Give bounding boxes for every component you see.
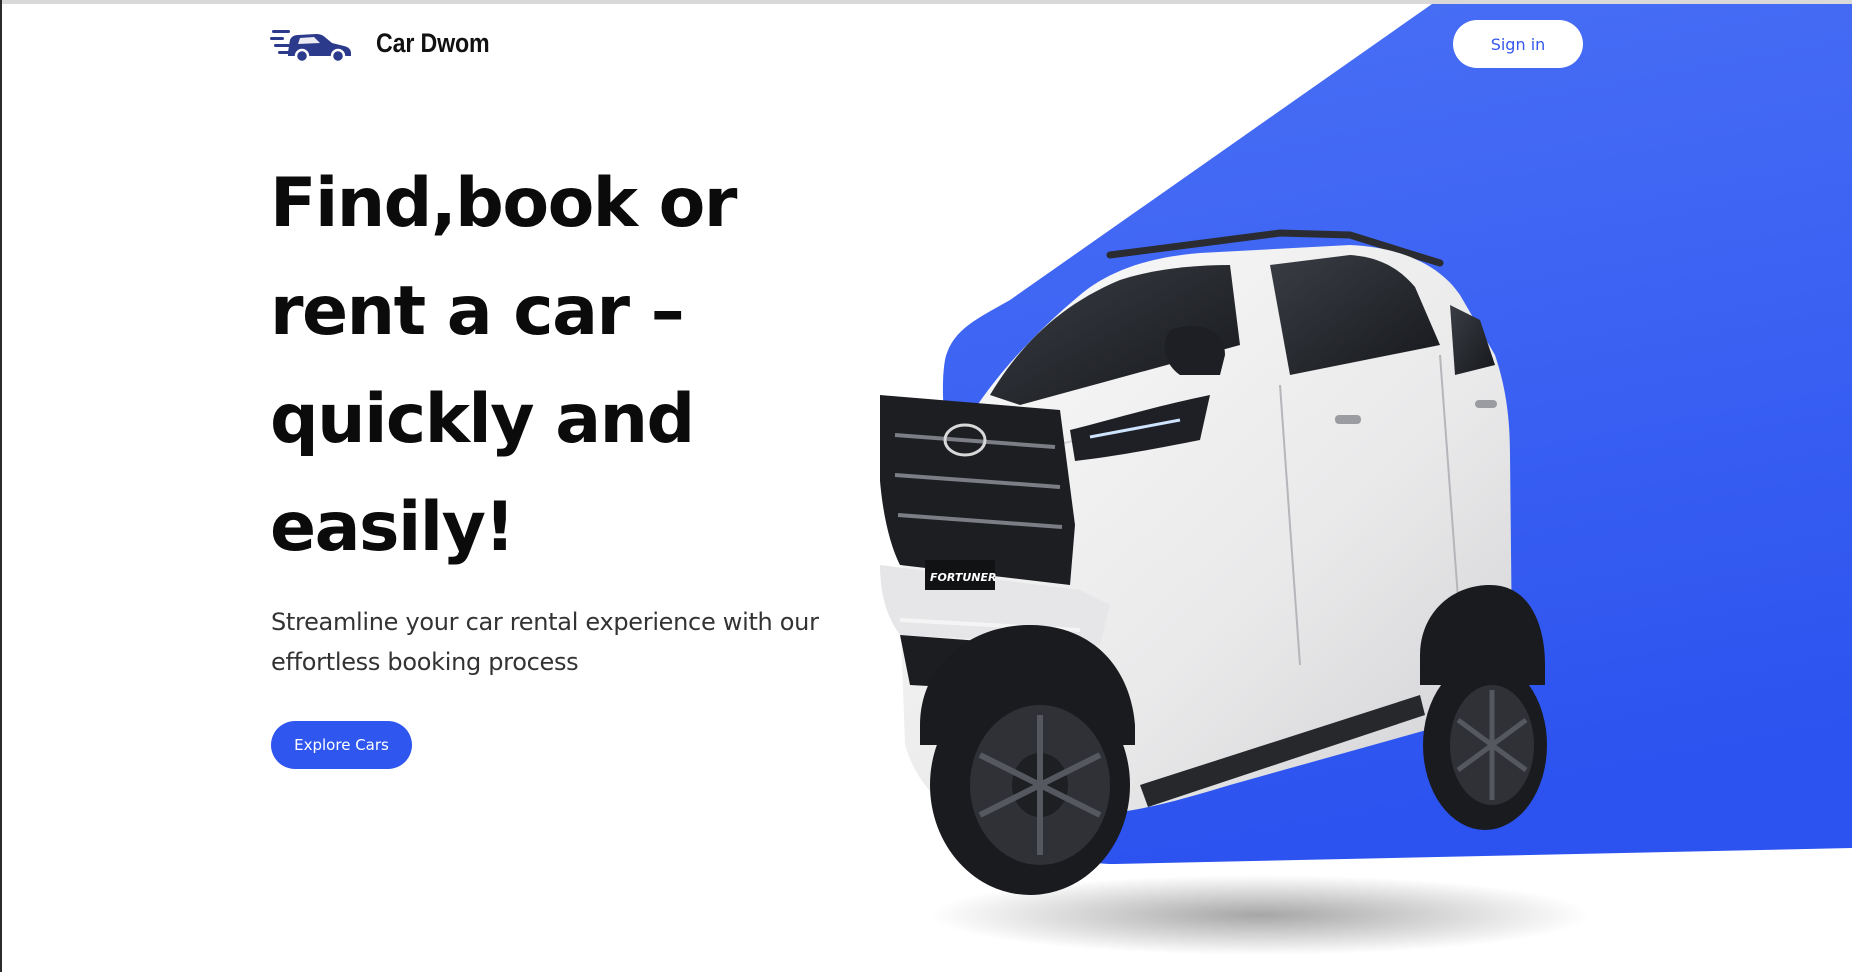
brand[interactable]: Car Dwom (270, 22, 508, 64)
suv-car-image: FORTUNER (880, 225, 1640, 965)
left-border (0, 0, 2, 972)
hero-title: Find,book or rent a car – quickly and ea… (270, 164, 737, 567)
top-border (0, 0, 1852, 4)
plate-text: FORTUNER (930, 571, 996, 584)
signin-button[interactable]: Sign in (1453, 20, 1583, 68)
speeding-car-icon (270, 30, 351, 64)
explore-cars-button[interactable]: Explore Cars (271, 721, 412, 769)
page: Car Dwom Sign in Find,book or rent a car… (0, 0, 1852, 972)
brand-name: Car Dwom (376, 27, 490, 58)
hero-subtitle: Streamline your car rental experience wi… (271, 608, 819, 676)
